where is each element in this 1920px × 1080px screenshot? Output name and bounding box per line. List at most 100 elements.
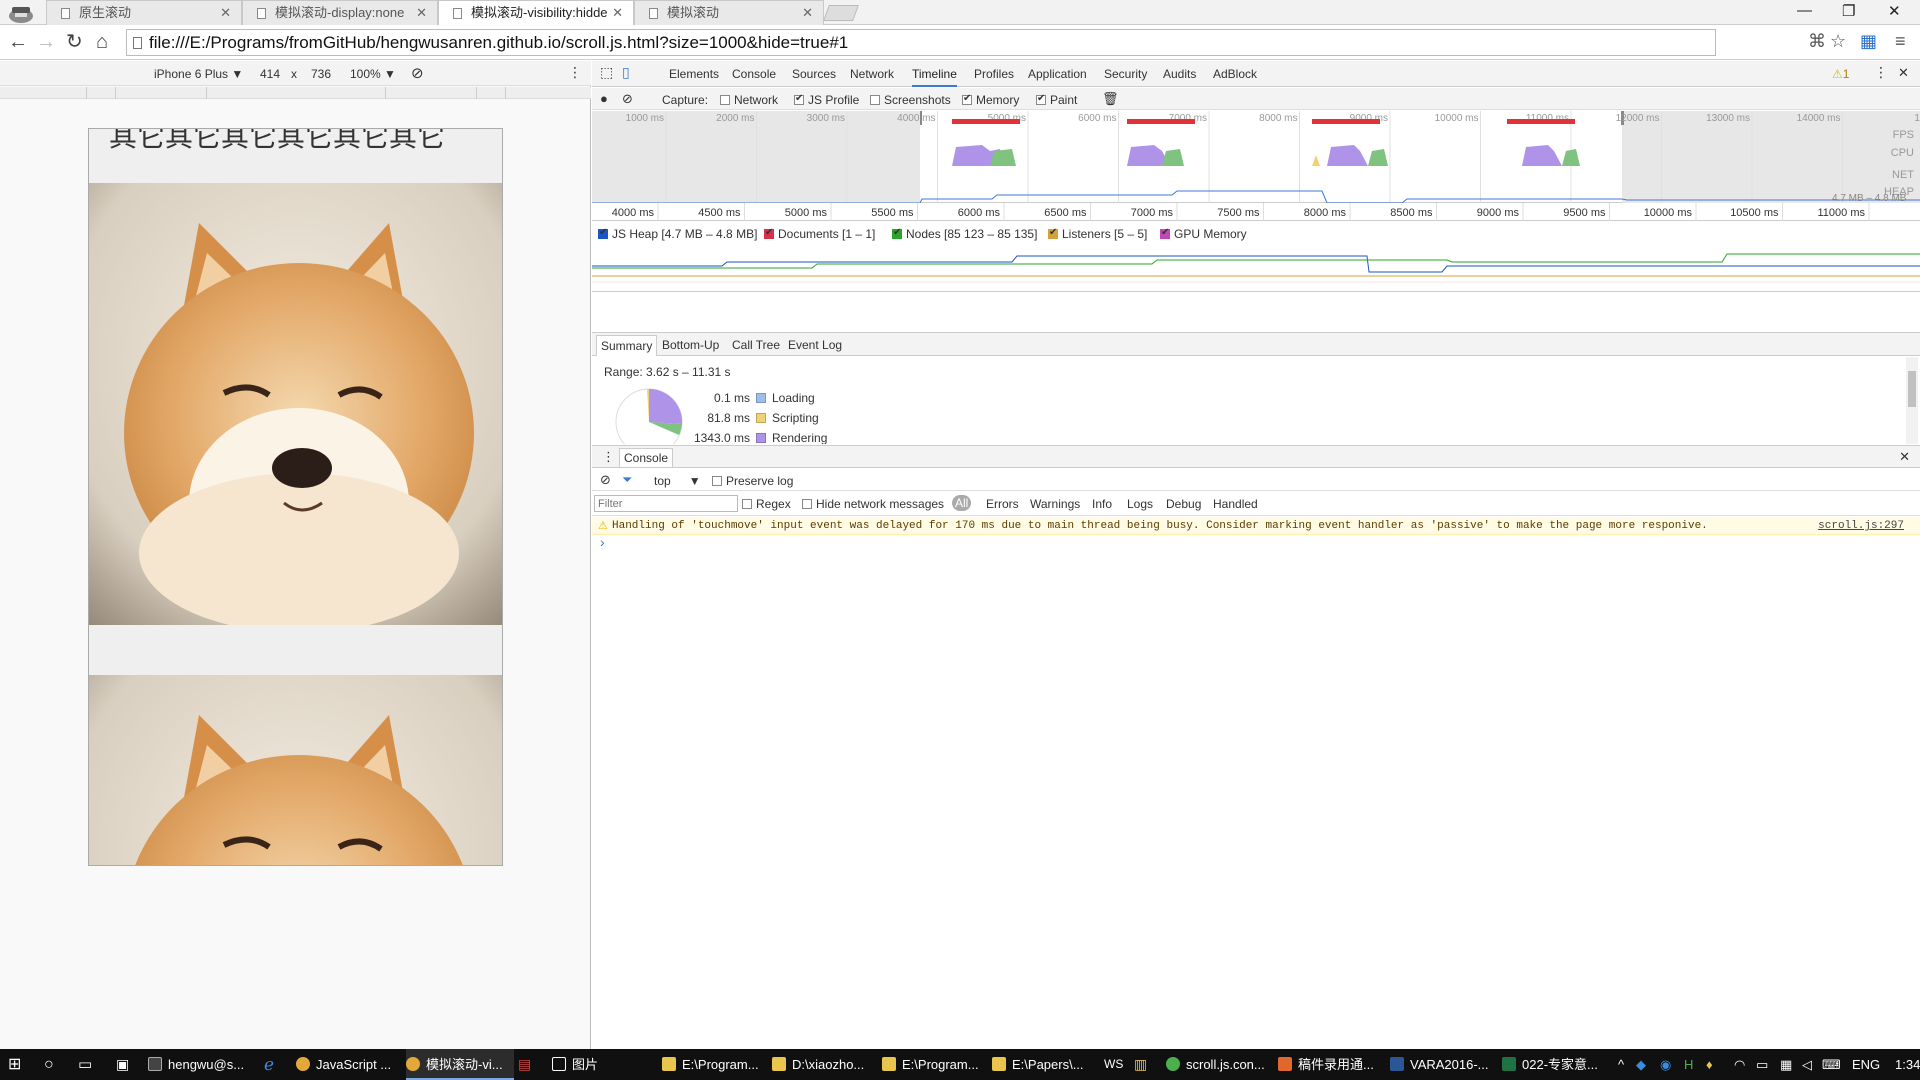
zoom-select[interactable]: 100% ▼ [350,67,396,81]
taskbar-item[interactable]: 022-专家意... [1502,1049,1614,1080]
taskbar-app-icon[interactable]: ▥ [1134,1049,1147,1080]
reload-icon[interactable]: ↻ [66,29,83,55]
console-prompt[interactable]: › [600,534,605,550]
taskbar-item[interactable]: D:\xiaozho... [772,1049,878,1080]
language-indicator[interactable]: ENG [1852,1049,1880,1080]
network-icon[interactable]: ▦ [1780,1049,1792,1080]
more-options-icon[interactable]: ⋮ [568,64,582,81]
ime-icon[interactable]: ⌨ [1822,1049,1841,1080]
garbage-collect-icon[interactable]: 🗑 [1102,91,1119,107]
tab-security[interactable]: Security [1104,67,1147,81]
clock[interactable]: 1:34 [1895,1049,1920,1080]
tab-audits[interactable]: Audits [1163,67,1196,81]
taskbar-item[interactable]: VARA2016-... [1390,1049,1498,1080]
close-tab-icon[interactable]: ✕ [220,1,231,25]
back-icon[interactable]: ← [8,29,28,55]
restore-icon[interactable]: ❐ [1842,2,1855,20]
context-select[interactable]: top ▼ [654,474,701,488]
tab-profiles[interactable]: Profiles [974,67,1014,81]
tab-timeline[interactable]: Timeline [912,67,957,87]
edge-icon[interactable]: ℯ [264,1049,274,1080]
warning-source-link[interactable]: scroll.js:297 [1818,517,1904,535]
taskbar-app-icon[interactable]: ▤ [518,1049,531,1080]
taskbar-item[interactable]: E:\Program... [662,1049,768,1080]
network-checkbox[interactable]: Network [720,93,778,107]
close-drawer-icon[interactable]: ✕ [1899,449,1910,465]
extension-icon[interactable]: ▦ [1860,31,1877,52]
close-window-icon[interactable]: ✕ [1888,2,1901,20]
taskbar-app-icon[interactable]: WS [1104,1049,1123,1080]
taskbar-item[interactable]: scroll.js.con... [1166,1049,1270,1080]
level-handled[interactable]: Handled [1213,497,1258,511]
home-icon[interactable]: ⌂ [96,29,108,55]
close-tab-icon[interactable]: ✕ [416,1,427,25]
taskbar-item-active[interactable]: 模拟滚动-vi... [406,1049,514,1080]
regex-checkbox[interactable]: Regex [742,497,791,511]
tab-simulated-scroll[interactable]: 模拟滚动 ✕ [634,0,824,25]
device-viewport[interactable]: 其它其它其它其它其它其它 [88,128,503,866]
wifi-icon[interactable]: ◠ [1734,1049,1745,1080]
viewport-height[interactable]: 736 [311,67,331,81]
inspect-element-icon[interactable]: ⬚ [600,64,613,81]
close-tab-icon[interactable]: ✕ [802,1,813,25]
tab-adblock[interactable]: AdBlock [1213,67,1257,81]
level-all[interactable]: All [952,495,972,511]
tab-display-none[interactable]: 模拟滚动-display:none ✕ [242,0,438,25]
taskbar-item[interactable]: E:\Papers\... [992,1049,1092,1080]
rotate-icon[interactable]: ⊘ [411,64,424,82]
tab-network[interactable]: Network [850,67,894,81]
new-tab-button[interactable] [823,5,859,21]
tab-native-scroll[interactable]: 原生滚动 ✕ [46,0,242,25]
taskbar-app-icon[interactable]: ▣ [116,1049,129,1080]
start-windows-icon[interactable]: ⊞ [8,1049,21,1080]
hide-network-checkbox[interactable]: Hide network messages [802,497,944,511]
scroll-thumb[interactable] [1908,371,1916,407]
minimize-icon[interactable]: — [1797,2,1812,19]
address-bar[interactable]: file:///E:/Programs/fromGitHub/hengwusan… [126,29,1716,56]
console-warning-message[interactable]: ⚠ Handling of 'touchmove' input event wa… [592,517,1920,535]
preserve-log-checkbox[interactable]: Preserve log [712,474,793,488]
taskbar-item[interactable]: JavaScript ... [296,1049,400,1080]
tray-icon[interactable]: ◉ [1660,1049,1671,1080]
close-devtools-icon[interactable]: ✕ [1898,65,1909,81]
taskbar-item[interactable]: 图片 [552,1049,652,1080]
bookmark-star-icon[interactable]: ☆ [1830,31,1846,52]
taskbar-item[interactable]: hengwu@s... [148,1049,256,1080]
forward-icon[interactable]: → [36,29,56,55]
level-warnings[interactable]: Warnings [1030,497,1080,511]
tab-event-log[interactable]: Event Log [788,338,842,352]
level-errors[interactable]: Errors [986,497,1019,511]
record-icon[interactable]: ● [600,91,608,106]
tab-visibility-hidden[interactable]: 模拟滚动-visibility:hidde ✕ [438,0,634,26]
paint-checkbox[interactable]: Paint [1036,93,1077,107]
translate-icon[interactable]: ⌘ [1808,31,1826,52]
level-debug[interactable]: Debug [1166,497,1201,511]
js-heap-counter[interactable]: JS Heap [4.7 MB – 4.8 MB] [598,227,757,241]
tray-icon[interactable]: H [1684,1049,1693,1080]
documents-counter[interactable]: Documents [1 – 1] [764,227,875,241]
screenshots-checkbox[interactable]: Screenshots [870,93,951,107]
tab-console[interactable]: Console [732,67,776,81]
nodes-counter[interactable]: Nodes [85 123 – 85 135] [892,227,1037,241]
task-view-icon[interactable]: ▭ [78,1049,92,1080]
devtools-menu-icon[interactable]: ⋮ [1874,64,1888,81]
tab-summary[interactable]: Summary [596,335,658,356]
user-avatar-icon[interactable] [6,2,36,24]
drawer-menu-icon[interactable]: ⋮ [602,449,615,465]
summary-scrollbar[interactable] [1906,357,1918,444]
gpu-memory-counter[interactable]: GPU Memory [1160,227,1247,241]
menu-icon[interactable]: ≡ [1895,31,1906,52]
volume-icon[interactable]: ◁ [1802,1049,1812,1080]
taskbar-item[interactable]: 稿件录用通... [1278,1049,1386,1080]
tab-sources[interactable]: Sources [792,67,836,81]
tray-icon[interactable]: ♦ [1706,1049,1713,1080]
filter-icon[interactable]: ⏷ [622,472,632,488]
listeners-counter[interactable]: Listeners [5 – 5] [1048,227,1147,241]
memory-checkbox[interactable]: Memory [962,93,1019,107]
level-logs[interactable]: Logs [1127,497,1153,511]
tab-bottom-up[interactable]: Bottom-Up [662,338,719,352]
warning-count-badge[interactable]: ⚠1 [1832,67,1849,81]
timeline-overview[interactable]: 1000 ms 2000 ms 3000 ms 4000 ms 5000 ms 6000 … [592,111,1920,204]
tray-icon[interactable]: ◆ [1636,1049,1646,1080]
clear-icon[interactable]: ⊘ [622,91,633,107]
